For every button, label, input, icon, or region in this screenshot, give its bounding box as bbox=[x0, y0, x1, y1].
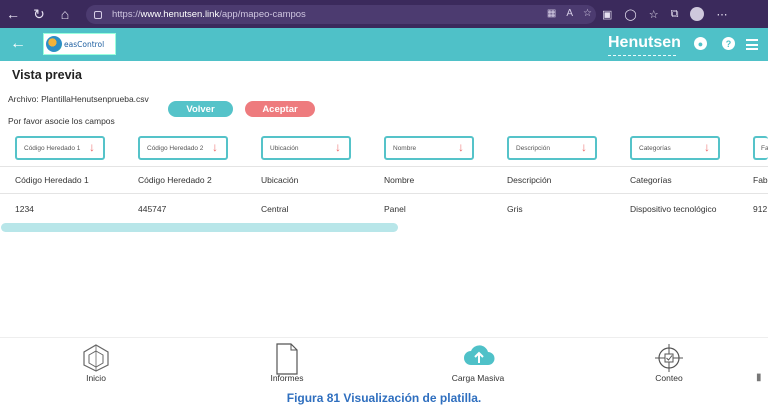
table-header-cell: Código Heredado 1 bbox=[15, 175, 89, 185]
table-divider bbox=[0, 193, 768, 194]
copilot-icon[interactable]: ◯ bbox=[624, 8, 636, 21]
url-path: /app/mapeo-campos bbox=[219, 9, 306, 20]
read-aloud-icon[interactable]: A bbox=[566, 8, 573, 19]
cloud-upload-icon bbox=[464, 345, 495, 365]
brand-underline bbox=[608, 54, 676, 56]
arrow-down-icon: ↓ bbox=[89, 140, 95, 154]
table-divider bbox=[0, 166, 768, 167]
arrow-down-icon: ↓ bbox=[335, 140, 341, 154]
home-icon bbox=[83, 344, 109, 372]
nav-label: Carga Masiva bbox=[451, 373, 505, 383]
field-select-label: Fa bbox=[761, 144, 768, 152]
field-select[interactable]: Código Heredado 1 ↓ bbox=[15, 136, 105, 160]
arrow-down-icon: ↓ bbox=[212, 140, 218, 154]
mapping-hint: Por favor asocie los campos bbox=[8, 116, 115, 126]
collections-icon[interactable]: ⧉ bbox=[671, 8, 679, 21]
field-select[interactable]: Nombre ↓ bbox=[384, 136, 474, 160]
screenshot-frame: ← ↻ ⌂ https://www.henutsen.link/app/mape… bbox=[0, 0, 768, 412]
nav-item-conteo[interactable]: Conteo bbox=[614, 338, 724, 387]
table-header-cell: Fab bbox=[753, 175, 768, 185]
back-arrow-icon[interactable]: ← bbox=[10, 35, 26, 53]
arrow-down-icon: ↓ bbox=[704, 140, 710, 154]
nav-item-inicio[interactable]: Inicio bbox=[41, 338, 151, 387]
nav-label: Conteo bbox=[655, 373, 683, 383]
resize-handle-icon: ▮ bbox=[756, 372, 762, 383]
file-name-label: Archivo: PlantillaHenutsenprueba.csv bbox=[8, 94, 149, 104]
extensions-icon[interactable]: ▣ bbox=[602, 8, 612, 21]
field-select-label: Código Heredado 1 bbox=[24, 144, 81, 152]
table-cell: 445747 bbox=[138, 204, 167, 214]
lock-icon bbox=[94, 10, 102, 19]
field-select[interactable]: Ubicación ↓ bbox=[261, 136, 351, 160]
app-header: ← easControl Henutsen ● ? bbox=[0, 28, 768, 61]
apps-icon[interactable]: ▦ bbox=[547, 8, 556, 19]
browser-home-icon[interactable]: ⌂ bbox=[52, 0, 78, 28]
field-select[interactable]: Fa bbox=[753, 136, 768, 160]
address-bar[interactable]: https://www.henutsen.link/app/mapeo-camp… bbox=[86, 5, 596, 24]
table-cell: Dispositivo tecnológico bbox=[630, 204, 717, 214]
field-select[interactable]: Código Heredado 2 ↓ bbox=[138, 136, 228, 160]
back-button[interactable]: Volver bbox=[168, 101, 233, 117]
horizontal-scrollbar[interactable] bbox=[1, 223, 398, 232]
field-select-label: Ubicación bbox=[270, 144, 299, 152]
nav-item-informes[interactable]: Informes bbox=[232, 338, 342, 387]
hamburger-menu-icon[interactable] bbox=[746, 39, 758, 53]
arrow-down-icon: ↓ bbox=[458, 140, 464, 154]
favorites-icon[interactable]: ☆ bbox=[649, 8, 659, 21]
bottom-navigation: Inicio Informes Carga Masiva Conteo bbox=[0, 337, 768, 386]
field-select-label: Nombre bbox=[393, 144, 417, 152]
logo-drop-icon bbox=[46, 36, 62, 52]
table-header-cell: Código Heredado 2 bbox=[138, 175, 212, 185]
table-cell: 1234 bbox=[15, 204, 34, 214]
table-cell: Central bbox=[261, 204, 289, 214]
browser-back-icon[interactable]: ← bbox=[0, 0, 26, 28]
nav-item-carga-masiva[interactable]: Carga Masiva bbox=[423, 338, 533, 387]
more-options-icon[interactable]: ⋯ bbox=[716, 8, 727, 21]
field-select-label: Categorías bbox=[639, 144, 671, 152]
arrow-down-icon: ↓ bbox=[581, 140, 587, 154]
figure-caption: Figura 81 Visualización de platilla. bbox=[286, 391, 482, 405]
table-cell: Panel bbox=[384, 204, 406, 214]
browser-reload-icon[interactable]: ↻ bbox=[26, 0, 52, 28]
document-icon bbox=[276, 343, 298, 375]
page-title: Vista previa bbox=[12, 68, 82, 82]
table-header-cell: Ubicación bbox=[261, 175, 299, 185]
eascontrol-logo: easControl bbox=[43, 33, 116, 55]
nav-label: Informes bbox=[270, 373, 304, 383]
url-host: www.henutsen.link bbox=[140, 9, 220, 20]
field-select-label: Código Heredado 2 bbox=[147, 144, 204, 152]
profile-avatar[interactable] bbox=[690, 7, 705, 21]
url-prefix: https:// bbox=[112, 9, 141, 20]
accept-button[interactable]: Aceptar bbox=[245, 101, 315, 117]
table-cell: Gris bbox=[507, 204, 523, 214]
field-select[interactable]: Categorías ↓ bbox=[630, 136, 720, 160]
logo-text: easControl bbox=[64, 39, 105, 49]
browser-toolbar: ← ↻ ⌂ https://www.henutsen.link/app/mape… bbox=[0, 0, 768, 28]
field-select-label: Descripción bbox=[516, 144, 550, 152]
help-icon[interactable]: ? bbox=[722, 37, 735, 50]
henutsen-brand: Henutsen bbox=[608, 34, 681, 51]
table-header-cell: Categorías bbox=[630, 175, 672, 185]
table-cell: 912 bbox=[753, 204, 768, 214]
favorite-add-icon[interactable]: ☆ bbox=[583, 8, 592, 19]
field-select[interactable]: Descripción ↓ bbox=[507, 136, 597, 160]
table-header-cell: Descripción bbox=[507, 175, 552, 185]
user-icon[interactable]: ● bbox=[694, 37, 707, 50]
table-header-cell: Nombre bbox=[384, 175, 415, 185]
nav-label: Inicio bbox=[86, 373, 106, 383]
target-icon bbox=[655, 344, 683, 372]
